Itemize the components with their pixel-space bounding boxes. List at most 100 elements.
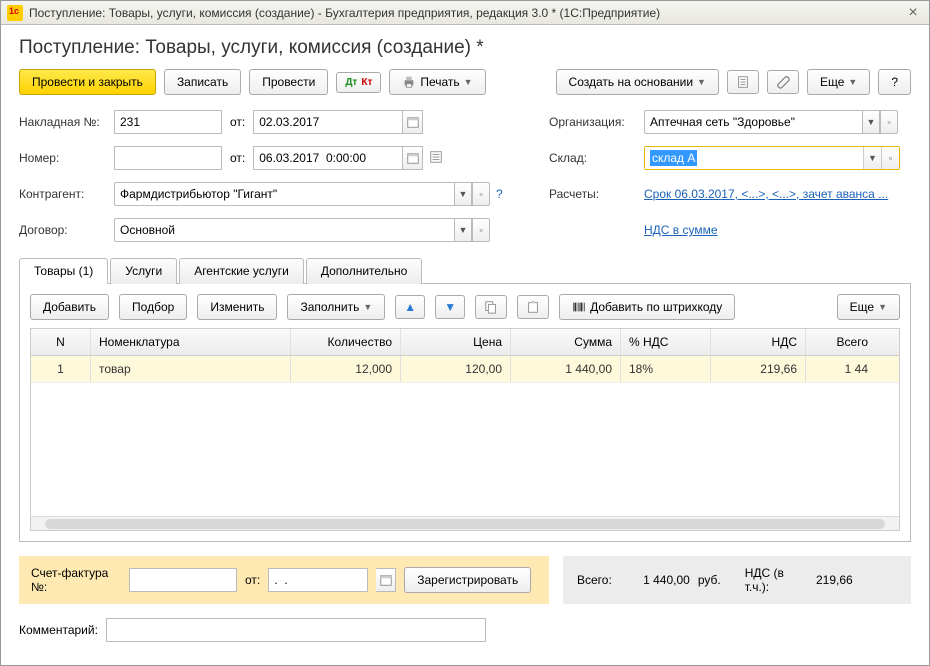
col-qty[interactable]: Количество bbox=[291, 329, 401, 355]
add-by-barcode-button[interactable]: Добавить по штрихкоду bbox=[559, 294, 735, 320]
register-invoice-button[interactable]: Зарегистрировать bbox=[404, 567, 531, 593]
tabs: Товары (1) Услуги Агентские услуги Допол… bbox=[19, 257, 911, 284]
table-body: 1 товар 12,000 120,00 1 440,00 18% 219,6… bbox=[31, 356, 899, 516]
app-icon bbox=[7, 5, 23, 21]
invoice-from-label: от: bbox=[245, 573, 260, 587]
move-up-button[interactable]: ▲ bbox=[395, 295, 425, 319]
calendar-icon[interactable] bbox=[403, 110, 423, 134]
page-title: Поступление: Товары, услуги, комиссия (с… bbox=[19, 37, 911, 59]
tab-agent[interactable]: Агентские услуги bbox=[179, 258, 304, 284]
comment-input[interactable] bbox=[106, 618, 486, 642]
goods-table: N Номенклатура Количество Цена Сумма % Н… bbox=[30, 328, 900, 531]
contractor-label: Контрагент: bbox=[19, 187, 114, 201]
paste-icon bbox=[526, 300, 540, 314]
doc-mode-icon[interactable] bbox=[429, 150, 443, 167]
dropdown-icon[interactable]: ▼ bbox=[454, 182, 472, 206]
document-icon bbox=[736, 75, 750, 89]
close-icon[interactable]: × bbox=[903, 4, 923, 22]
copy-icon bbox=[484, 300, 498, 314]
warehouse-input[interactable]: склад А bbox=[645, 147, 863, 169]
col-nomenclature[interactable]: Номенклатура bbox=[91, 329, 291, 355]
help-icon[interactable]: ? bbox=[496, 187, 503, 201]
col-price[interactable]: Цена bbox=[401, 329, 511, 355]
comment-label: Комментарий: bbox=[19, 623, 98, 637]
invoice-date-input[interactable] bbox=[268, 568, 368, 592]
total-label: Всего: bbox=[577, 573, 612, 587]
currency-label: руб. bbox=[698, 573, 721, 587]
col-total[interactable]: Всего bbox=[806, 329, 876, 355]
contract-label: Договор: bbox=[19, 223, 114, 237]
contract-input[interactable] bbox=[114, 218, 454, 242]
post-button[interactable]: Провести bbox=[249, 69, 328, 95]
dropdown-icon[interactable]: ▼ bbox=[863, 147, 881, 169]
open-icon[interactable]: ▫ bbox=[472, 218, 490, 242]
print-button[interactable]: Печать▼ bbox=[389, 69, 485, 95]
select-button[interactable]: Подбор bbox=[119, 294, 187, 320]
barcode-icon bbox=[572, 300, 586, 314]
from-label-1: от: bbox=[230, 115, 245, 129]
tab-extra[interactable]: Дополнительно bbox=[306, 258, 422, 284]
comment-row: Комментарий: bbox=[19, 618, 911, 642]
total-value: 1 440,00 bbox=[620, 573, 690, 587]
dropdown-icon[interactable]: ▼ bbox=[454, 218, 472, 242]
open-icon[interactable]: ▫ bbox=[881, 147, 899, 169]
add-row-button[interactable]: Добавить bbox=[30, 294, 109, 320]
org-label: Организация: bbox=[549, 115, 644, 129]
doc-date-input[interactable] bbox=[253, 146, 403, 170]
col-vat[interactable]: НДС bbox=[711, 329, 806, 355]
vat-mode-link[interactable]: НДС в сумме bbox=[644, 223, 718, 237]
open-icon[interactable]: ▫ bbox=[472, 182, 490, 206]
calendar-icon[interactable] bbox=[403, 146, 423, 170]
paste-button[interactable] bbox=[517, 295, 549, 319]
window: Поступление: Товары, услуги, комиссия (с… bbox=[0, 0, 930, 666]
invoice-box: Счет-фактура №: от: Зарегистрировать bbox=[19, 556, 549, 604]
table-row[interactable]: 1 товар 12,000 120,00 1 440,00 18% 219,6… bbox=[31, 356, 899, 383]
col-vat-percent[interactable]: % НДС bbox=[621, 329, 711, 355]
number-input[interactable] bbox=[114, 146, 222, 170]
table-toolbar: Добавить Подбор Изменить Заполнить ▼ ▲ ▼… bbox=[30, 294, 900, 320]
help-button[interactable]: ? bbox=[878, 69, 911, 95]
tab-services[interactable]: Услуги bbox=[110, 258, 177, 284]
printer-icon bbox=[402, 75, 416, 89]
invoice-label: Счет-фактура №: bbox=[31, 566, 121, 594]
totals-box: Всего: 1 440,00 руб. НДС (в т.ч.): 219,6… bbox=[563, 556, 911, 604]
calc-link[interactable]: Срок 06.03.2017, <...>, <...>, зачет ава… bbox=[644, 187, 888, 201]
table-more-button[interactable]: Еще ▼ bbox=[837, 294, 900, 320]
invoice-number-input[interactable] bbox=[129, 568, 237, 592]
org-input[interactable] bbox=[644, 110, 862, 134]
window-title: Поступление: Товары, услуги, комиссия (с… bbox=[29, 6, 903, 20]
dt-kt-button[interactable]: ДтКт bbox=[336, 72, 381, 93]
content: Поступление: Товары, услуги, комиссия (с… bbox=[1, 25, 929, 654]
col-n[interactable]: N bbox=[31, 329, 91, 355]
change-button[interactable]: Изменить bbox=[197, 294, 277, 320]
invoice-no-input[interactable] bbox=[114, 110, 222, 134]
titlebar: Поступление: Товары, услуги, комиссия (с… bbox=[1, 1, 929, 25]
move-down-button[interactable]: ▼ bbox=[435, 295, 465, 319]
warehouse-label: Склад: bbox=[549, 151, 644, 165]
invoice-date-input[interactable] bbox=[253, 110, 403, 134]
post-and-close-button[interactable]: Провести и закрыть bbox=[19, 69, 156, 95]
copy-button[interactable] bbox=[475, 295, 507, 319]
fill-button[interactable]: Заполнить ▼ bbox=[287, 294, 385, 320]
more-button[interactable]: Еще ▼ bbox=[807, 69, 870, 95]
col-sum[interactable]: Сумма bbox=[511, 329, 621, 355]
footer: Счет-фактура №: от: Зарегистрировать Все… bbox=[19, 556, 911, 604]
table-header: N Номенклатура Количество Цена Сумма % Н… bbox=[31, 329, 899, 356]
report-button[interactable] bbox=[727, 70, 759, 94]
calc-label: Расчеты: bbox=[549, 187, 644, 201]
from-label-2: от: bbox=[230, 151, 245, 165]
vat-total-value: 219,66 bbox=[793, 573, 853, 587]
warehouse-field-active: склад А ▼ ▫ bbox=[644, 146, 900, 170]
h-scrollbar[interactable] bbox=[31, 516, 899, 530]
invoice-no-label: Накладная №: bbox=[19, 115, 114, 129]
calendar-icon[interactable] bbox=[376, 568, 396, 592]
dropdown-icon[interactable]: ▼ bbox=[862, 110, 880, 134]
attach-button[interactable] bbox=[767, 70, 799, 94]
open-icon[interactable]: ▫ bbox=[880, 110, 898, 134]
contractor-input[interactable] bbox=[114, 182, 454, 206]
paperclip-icon bbox=[776, 75, 790, 89]
save-button[interactable]: Записать bbox=[164, 69, 241, 95]
create-based-button[interactable]: Создать на основании ▼ bbox=[556, 69, 719, 95]
tab-goods[interactable]: Товары (1) bbox=[19, 258, 108, 284]
vat-total-label: НДС (в т.ч.): bbox=[745, 566, 785, 594]
